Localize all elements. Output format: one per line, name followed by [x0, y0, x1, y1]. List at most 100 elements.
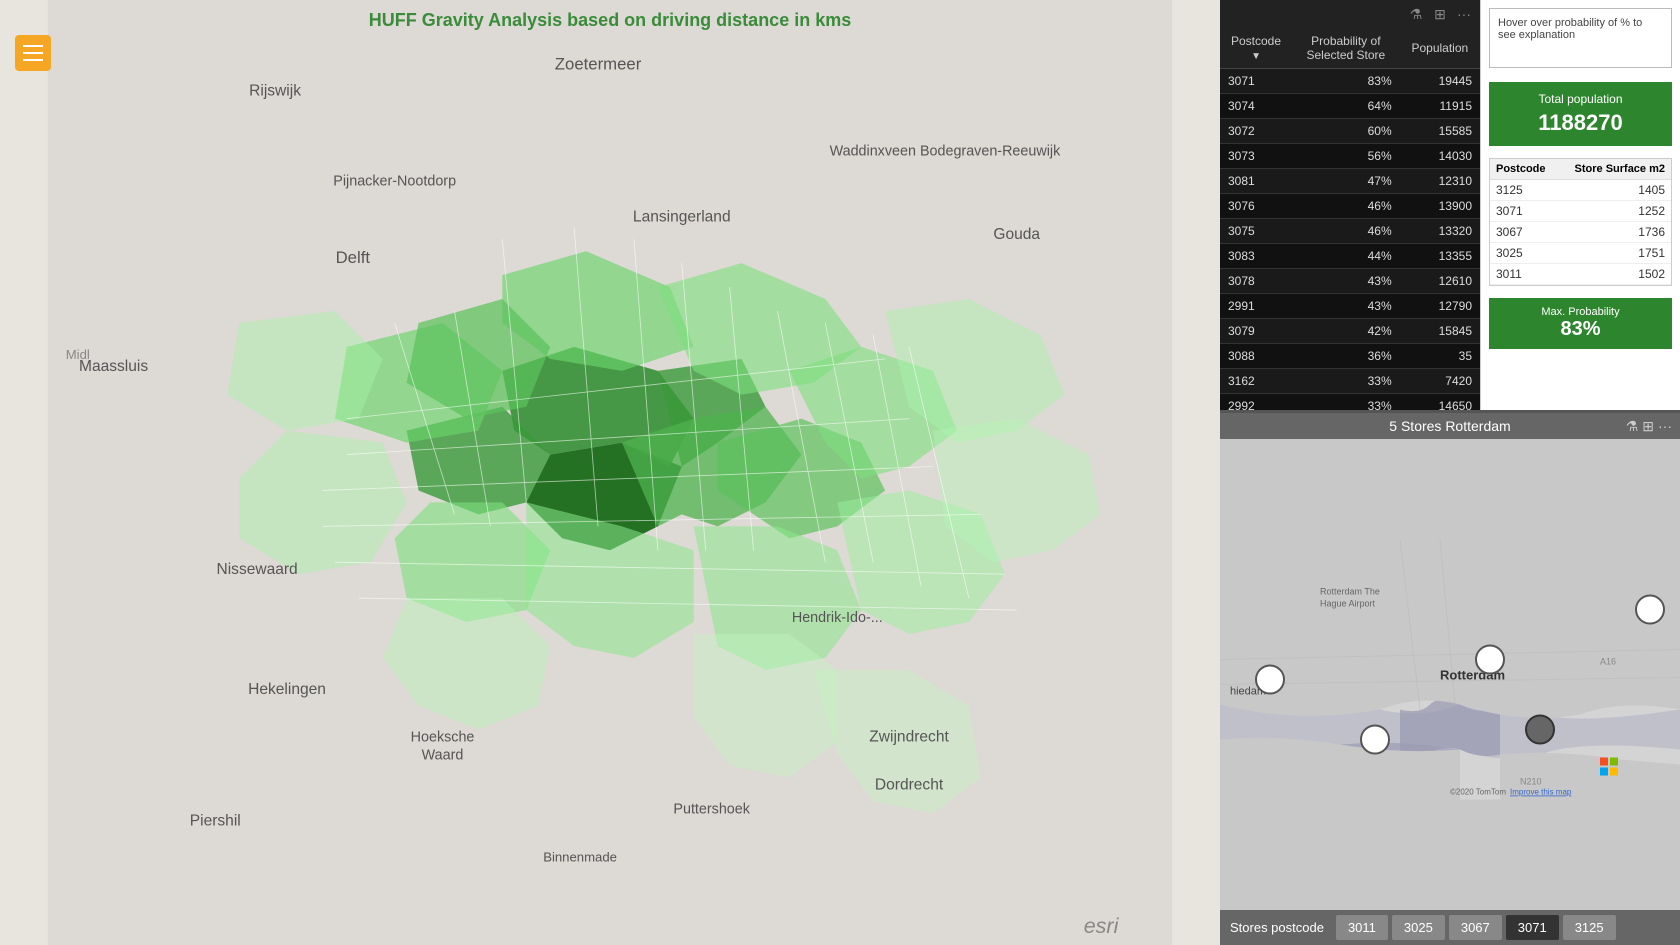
bing-green [1610, 758, 1618, 766]
postcode-btn-3067[interactable]: 3067 [1449, 915, 1502, 940]
top-section: ⚗ ⊞ ··· Postcode▼ Probability ofSelected… [1220, 0, 1680, 410]
store-3125-circle[interactable] [1636, 596, 1664, 624]
expand-icon[interactable]: ⊞ [1430, 4, 1450, 24]
label-binnenmade: Binnenmade [543, 849, 617, 864]
stores-postcode-bar: Stores postcode 30113025306730713125 [1220, 910, 1680, 945]
label-dordrecht: Dordrecht [875, 776, 944, 793]
stores-more-icon[interactable]: ··· [1658, 418, 1672, 435]
postcode-btn-3011[interactable]: 3011 [1336, 915, 1388, 940]
hamburger-button[interactable] [15, 35, 51, 71]
cell-population: 15585 [1400, 119, 1480, 144]
filter-icon[interactable]: ⚗ [1406, 4, 1426, 24]
label-waddinxveen: Waddinxveen Bodegraven-Reeuwijk [830, 144, 1062, 160]
table-row[interactable]: 3073 56% 14030 [1220, 144, 1480, 169]
table-row[interactable]: 3075 46% 13320 [1220, 219, 1480, 244]
surface-col-header: Store Surface m2 [1575, 163, 1665, 175]
postcode-store-header: Postcode Store Surface m2 [1490, 159, 1671, 180]
cell-postcode: 3081 [1220, 169, 1292, 194]
table-row[interactable]: 3078 43% 12610 [1220, 269, 1480, 294]
label-zoetermeer: Zoetermeer [555, 54, 642, 73]
postcode-btn-3125[interactable]: 3125 [1563, 915, 1616, 940]
postcode-store-rows: 3125 1405 3071 1252 3067 1736 3025 1751 … [1490, 180, 1671, 285]
stores-expand-icon[interactable]: ⊞ [1642, 418, 1654, 435]
right-panel: ⚗ ⊞ ··· Postcode▼ Probability ofSelected… [1220, 0, 1680, 945]
cell-population: 12790 [1400, 294, 1480, 319]
store-3025-circle[interactable] [1361, 726, 1389, 754]
label-waard: Waard [422, 748, 464, 764]
cell-population: 12610 [1400, 269, 1480, 294]
cell-postcode: 3083 [1220, 244, 1292, 269]
store-3071-circle[interactable] [1526, 716, 1554, 744]
bing-yellow [1610, 768, 1618, 776]
esri-logo: esri [1084, 914, 1120, 938]
label-lansingerland: Lansingerland [633, 208, 731, 225]
store-surface: 1405 [1638, 183, 1665, 197]
cell-population: 7420 [1400, 369, 1480, 394]
bottom-section: 5 Stores Rotterdam ⚗ ⊞ ··· [1220, 410, 1680, 945]
stores-map-title: 5 Stores Rotterdam [1389, 418, 1510, 434]
cell-probability: 83% [1292, 69, 1400, 94]
postcode-buttons: 30113025306730713125 [1336, 915, 1616, 940]
cell-probability: 56% [1292, 144, 1400, 169]
label-nissewaard: Nissewaard [217, 561, 298, 578]
postcode-store-row: 3025 1751 [1490, 243, 1671, 264]
cell-probability: 42% [1292, 319, 1400, 344]
map-area: HUFF Gravity Analysis based on driving d… [0, 0, 1220, 945]
postcode-store-row: 3125 1405 [1490, 180, 1671, 201]
airport-label2: Hague Airport [1320, 599, 1376, 609]
map-title: HUFF Gravity Analysis based on driving d… [369, 10, 851, 31]
table-row[interactable]: 3083 44% 13355 [1220, 244, 1480, 269]
total-population-value: 1188270 [1499, 110, 1662, 136]
table-row[interactable]: 3072 60% 15585 [1220, 119, 1480, 144]
tomtom-credit: ©2020 TomTom [1450, 788, 1506, 797]
postcode-store-box: Postcode Store Surface m2 3125 1405 3071… [1489, 158, 1672, 286]
cell-postcode: 3074 [1220, 94, 1292, 119]
label-zwijndrecht: Zwijndrecht [869, 729, 949, 746]
postcode-store-row: 3011 1502 [1490, 264, 1671, 285]
cell-probability: 44% [1292, 244, 1400, 269]
store-3067-circle[interactable] [1476, 646, 1504, 674]
table-row[interactable]: 3081 47% 12310 [1220, 169, 1480, 194]
label-delft: Delft [336, 248, 371, 267]
table-row[interactable]: 3079 42% 15845 [1220, 319, 1480, 344]
more-icon[interactable]: ··· [1454, 4, 1474, 24]
table-row[interactable]: 3071 83% 19445 [1220, 69, 1480, 94]
total-population-box: Total population 1188270 [1489, 82, 1672, 146]
airport-label: Rotterdam The [1320, 587, 1380, 597]
col-population: Population [1400, 28, 1480, 69]
main-map-svg[interactable]: Zoetermeer Rijswijk Pijnacker-Nootdorp D… [0, 0, 1220, 945]
cell-postcode: 3078 [1220, 269, 1292, 294]
max-probability-value: 83% [1497, 318, 1664, 341]
cell-population: 15845 [1400, 319, 1480, 344]
cell-postcode: 3073 [1220, 144, 1292, 169]
probability-table: Postcode▼ Probability ofSelected Store P… [1220, 28, 1480, 410]
improve-map-link[interactable]: Improve this map [1510, 788, 1572, 797]
table-scroll[interactable]: Postcode▼ Probability ofSelected Store P… [1220, 28, 1480, 410]
cell-probability: 43% [1292, 269, 1400, 294]
cell-postcode: 3075 [1220, 219, 1292, 244]
table-row[interactable]: 3076 46% 13900 [1220, 194, 1480, 219]
postcode-btn-3071[interactable]: 3071 [1506, 915, 1559, 940]
cell-population: 19445 [1400, 69, 1480, 94]
stores-postcode-label: Stores postcode [1230, 920, 1324, 935]
table-row[interactable]: 3162 33% 7420 [1220, 369, 1480, 394]
cell-probability: 60% [1292, 119, 1400, 144]
table-row[interactable]: 2991 43% 12790 [1220, 294, 1480, 319]
store-surface: 1252 [1638, 204, 1665, 218]
info-panel: Hover over probability of % to see expla… [1480, 0, 1680, 410]
data-table-panel: ⚗ ⊞ ··· Postcode▼ Probability ofSelected… [1220, 0, 1480, 410]
postcode-btn-3025[interactable]: 3025 [1392, 915, 1445, 940]
label-midl: Midl [66, 347, 90, 362]
cell-postcode: 3079 [1220, 319, 1292, 344]
cell-probability: 46% [1292, 194, 1400, 219]
cell-postcode: 3076 [1220, 194, 1292, 219]
store-postcode: 3067 [1496, 225, 1523, 239]
stores-mini-map[interactable]: Rotterdam The Hague Airport Rotterdam hi… [1220, 439, 1680, 900]
table-row[interactable]: 2992 33% 14650 [1220, 394, 1480, 411]
stores-filter-icon[interactable]: ⚗ [1626, 418, 1639, 435]
store-3011-circle[interactable] [1256, 666, 1284, 694]
main-container: HUFF Gravity Analysis based on driving d… [0, 0, 1680, 945]
cell-population: 14030 [1400, 144, 1480, 169]
table-row[interactable]: 3088 36% 35 [1220, 344, 1480, 369]
table-row[interactable]: 3074 64% 11915 [1220, 94, 1480, 119]
